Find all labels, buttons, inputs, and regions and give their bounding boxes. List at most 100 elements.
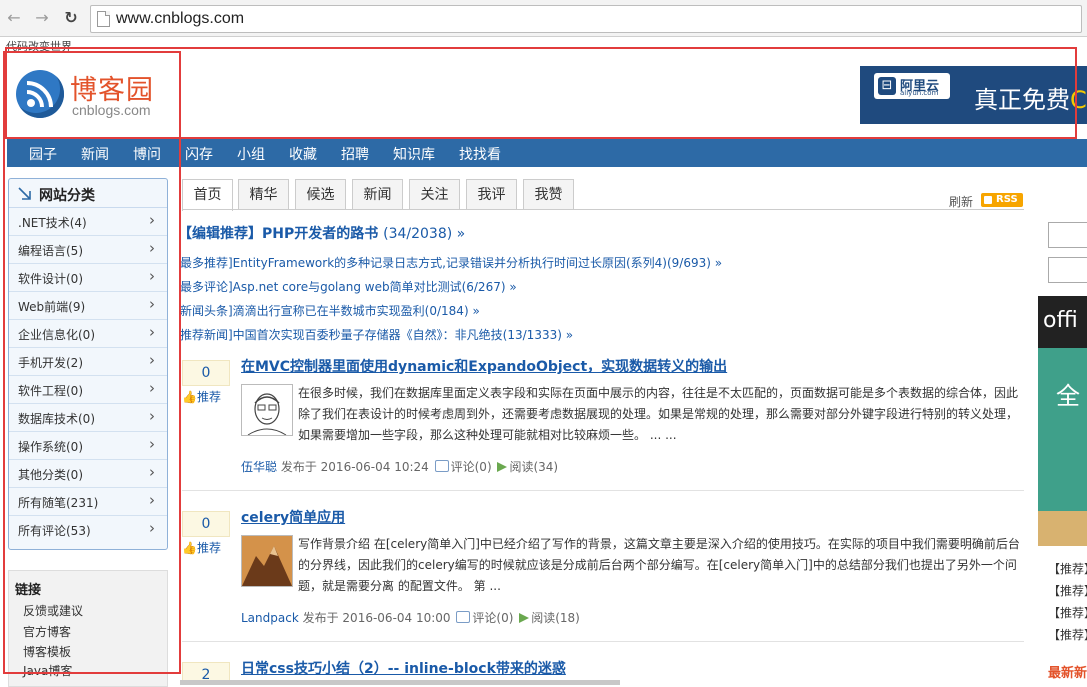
- nav-item-kb[interactable]: 知识库: [393, 144, 435, 164]
- main-nav: 园子 新闻 博问 闪存 小组 收藏 招聘 知识库 找找看: [7, 139, 1087, 167]
- nav-item-groups[interactable]: 小组: [237, 144, 265, 164]
- chevron-right-icon: ›: [149, 351, 155, 369]
- headline-editor-pick[interactable]: 【编辑推荐】PHP开发者的路书 (34/2038) »: [178, 223, 465, 243]
- nav-item-news[interactable]: 新闻: [81, 144, 109, 164]
- category-item[interactable]: 其他分类(0) ›: [9, 460, 167, 488]
- post-meta: Landpack 发布于 2016-06-04 10:00 评论(0) 阅读(1…: [241, 609, 580, 626]
- browser-toolbar: ← → ↻ www.cnblogs.com: [0, 0, 1087, 37]
- link-feedback[interactable]: 反馈或建议: [23, 602, 83, 619]
- right-recommend-link[interactable]: 【推荐】: [1048, 582, 1087, 599]
- post-divider: [182, 490, 1024, 491]
- chevron-right-icon: ›: [149, 211, 155, 229]
- author-avatar[interactable]: [241, 384, 293, 436]
- chevron-right-icon: ›: [149, 519, 155, 537]
- category-item[interactable]: 企业信息化(0) ›: [9, 320, 167, 348]
- tab-my-comments[interactable]: 我评: [466, 179, 517, 210]
- chevron-right-icon: ›: [149, 463, 155, 481]
- chevron-right-icon: ›: [149, 323, 155, 341]
- author-avatar[interactable]: [241, 535, 293, 587]
- tab-featured[interactable]: 精华: [238, 179, 289, 210]
- avatar-mountain-icon: [242, 536, 292, 586]
- address-bar[interactable]: www.cnblogs.com: [90, 5, 1082, 33]
- category-title: 网站分类: [39, 188, 95, 204]
- right-sidebar: offi 全 【推荐】 【推荐】 【推荐】 【推荐】 最新新: [1038, 210, 1087, 685]
- site-slogan: 代码改变世界: [6, 40, 72, 53]
- post-title[interactable]: 日常css技巧小结（2）-- inline-block带来的迷惑: [241, 658, 566, 678]
- comment-icon: [434, 460, 449, 472]
- office-ad-text: offi: [1043, 308, 1078, 333]
- category-item[interactable]: 操作系统(0) ›: [9, 432, 167, 460]
- nav-item-flash[interactable]: 闪存: [185, 144, 213, 164]
- category-item[interactable]: 所有评论(53) ›: [9, 516, 167, 543]
- post-title[interactable]: 在MVC控制器里面使用dynamic和ExpandoObject，实现数据转义的…: [241, 356, 727, 376]
- nav-item-qa[interactable]: 博问: [133, 144, 161, 164]
- headline-item[interactable]: 最多评论]Asp.net core与golang web简单对比测试(6/267…: [180, 278, 517, 295]
- recommend-button[interactable]: 👍推荐: [182, 388, 221, 405]
- post-date: 发布于 2016-06-04 10:00: [302, 611, 451, 625]
- chevron-right-icon: ›: [149, 407, 155, 425]
- category-item[interactable]: 编程语言(5) ›: [9, 236, 167, 264]
- headline-item[interactable]: 推荐新闻]中国首次实现百委秒量子存储器《自然》：非凡绝技(13/1333) »: [180, 326, 573, 343]
- post-comments[interactable]: 评论(0): [472, 611, 513, 625]
- post-title[interactable]: celery简单应用: [241, 507, 345, 527]
- post-reads[interactable]: 阅读(18): [531, 611, 580, 625]
- post-comments[interactable]: 评论(0): [451, 460, 492, 474]
- read-arrow-icon: [497, 462, 508, 472]
- post-summary: 写作背景介绍 在[celery简单入门]中已经介绍了写作的背景，这篇文章主要是深…: [298, 537, 1020, 593]
- category-item[interactable]: 数据库技术(0) ›: [9, 404, 167, 432]
- recommend-button[interactable]: 👍推荐: [182, 539, 221, 556]
- nav-item-search[interactable]: 找找看: [459, 144, 501, 164]
- chevron-right-icon: ›: [149, 379, 155, 397]
- post-reads[interactable]: 阅读(34): [509, 460, 558, 474]
- aliyun-domain: aliyun.com: [900, 89, 939, 97]
- rss-icon: [984, 196, 992, 204]
- category-item[interactable]: 软件工程(0) ›: [9, 376, 167, 404]
- tab-home[interactable]: 首页: [182, 179, 233, 211]
- category-item[interactable]: 手机开发(2) ›: [9, 348, 167, 376]
- chevron-right-icon: ›: [149, 491, 155, 509]
- headline-item[interactable]: 最多推荐]EntityFramework的多种记录日志方式,记录错误并分析执行时…: [180, 254, 722, 271]
- right-latest-news-title: 最新新: [1048, 666, 1087, 681]
- reload-button[interactable]: ↻: [60, 7, 82, 29]
- vote-count: 0: [182, 360, 230, 386]
- rss-button[interactable]: RSS: [981, 193, 1023, 207]
- chevron-right-icon: ›: [149, 267, 155, 285]
- category-item[interactable]: 软件设计(0) ›: [9, 264, 167, 292]
- nav-item-jobs[interactable]: 招聘: [341, 144, 369, 164]
- office-ad[interactable]: offi 全: [1038, 296, 1087, 546]
- login-password-input[interactable]: [1048, 257, 1087, 283]
- refresh-link[interactable]: 刷新: [949, 193, 973, 210]
- back-button[interactable]: ←: [3, 7, 25, 29]
- nav-item-yuanzi[interactable]: 园子: [29, 144, 57, 164]
- right-recommend-link[interactable]: 【推荐】: [1048, 560, 1087, 577]
- link-blog-templates[interactable]: 博客模板: [23, 643, 71, 660]
- post-author[interactable]: 伍华聪: [241, 460, 277, 474]
- aliyun-ad-banner[interactable]: ⊟ 阿里云 aliyun.com 真正免费C: [860, 66, 1087, 124]
- tab-news[interactable]: 新闻: [352, 179, 403, 210]
- rss-logo-icon: [16, 70, 64, 118]
- category-item[interactable]: 所有随笔(231) ›: [9, 488, 167, 516]
- chevron-right-icon: ›: [149, 239, 155, 257]
- post-author[interactable]: Landpack: [241, 611, 299, 625]
- right-recommend-link[interactable]: 【推荐】: [1048, 604, 1087, 621]
- right-recommend-link[interactable]: 【推荐】: [1048, 626, 1087, 643]
- site-logo[interactable]: 博客园 cnblogs.com: [14, 66, 164, 122]
- forward-button[interactable]: →: [31, 7, 53, 29]
- headline-item[interactable]: 新闻头条]滴滴出行宣称已在半数城市实现盈利(0/184) »: [180, 302, 480, 319]
- logo-domain: cnblogs.com: [72, 102, 151, 118]
- tab-following[interactable]: 关注: [409, 179, 460, 210]
- page-icon: [97, 11, 110, 27]
- horizontal-scrollbar[interactable]: [180, 680, 620, 685]
- category-item[interactable]: .NET技术(4) ›: [9, 208, 167, 236]
- office-ad-strip: [1038, 511, 1087, 546]
- url-text: www.cnblogs.com: [116, 10, 245, 27]
- link-official-blog[interactable]: 官方博客: [23, 623, 71, 640]
- login-username-input[interactable]: [1048, 222, 1087, 248]
- tab-my-likes[interactable]: 我赞: [523, 179, 574, 210]
- post-summary: 在很多时候，我们在数据库里面定义表字段和实际在页面中展示的内容，往往是不太匹配的…: [298, 386, 1019, 442]
- tab-candidates[interactable]: 候选: [295, 179, 346, 210]
- aliyun-icon: ⊟: [878, 77, 896, 95]
- nav-item-favorites[interactable]: 收藏: [289, 144, 317, 164]
- category-item[interactable]: Web前端(9) ›: [9, 292, 167, 320]
- link-java-blog[interactable]: Java博客: [23, 662, 72, 679]
